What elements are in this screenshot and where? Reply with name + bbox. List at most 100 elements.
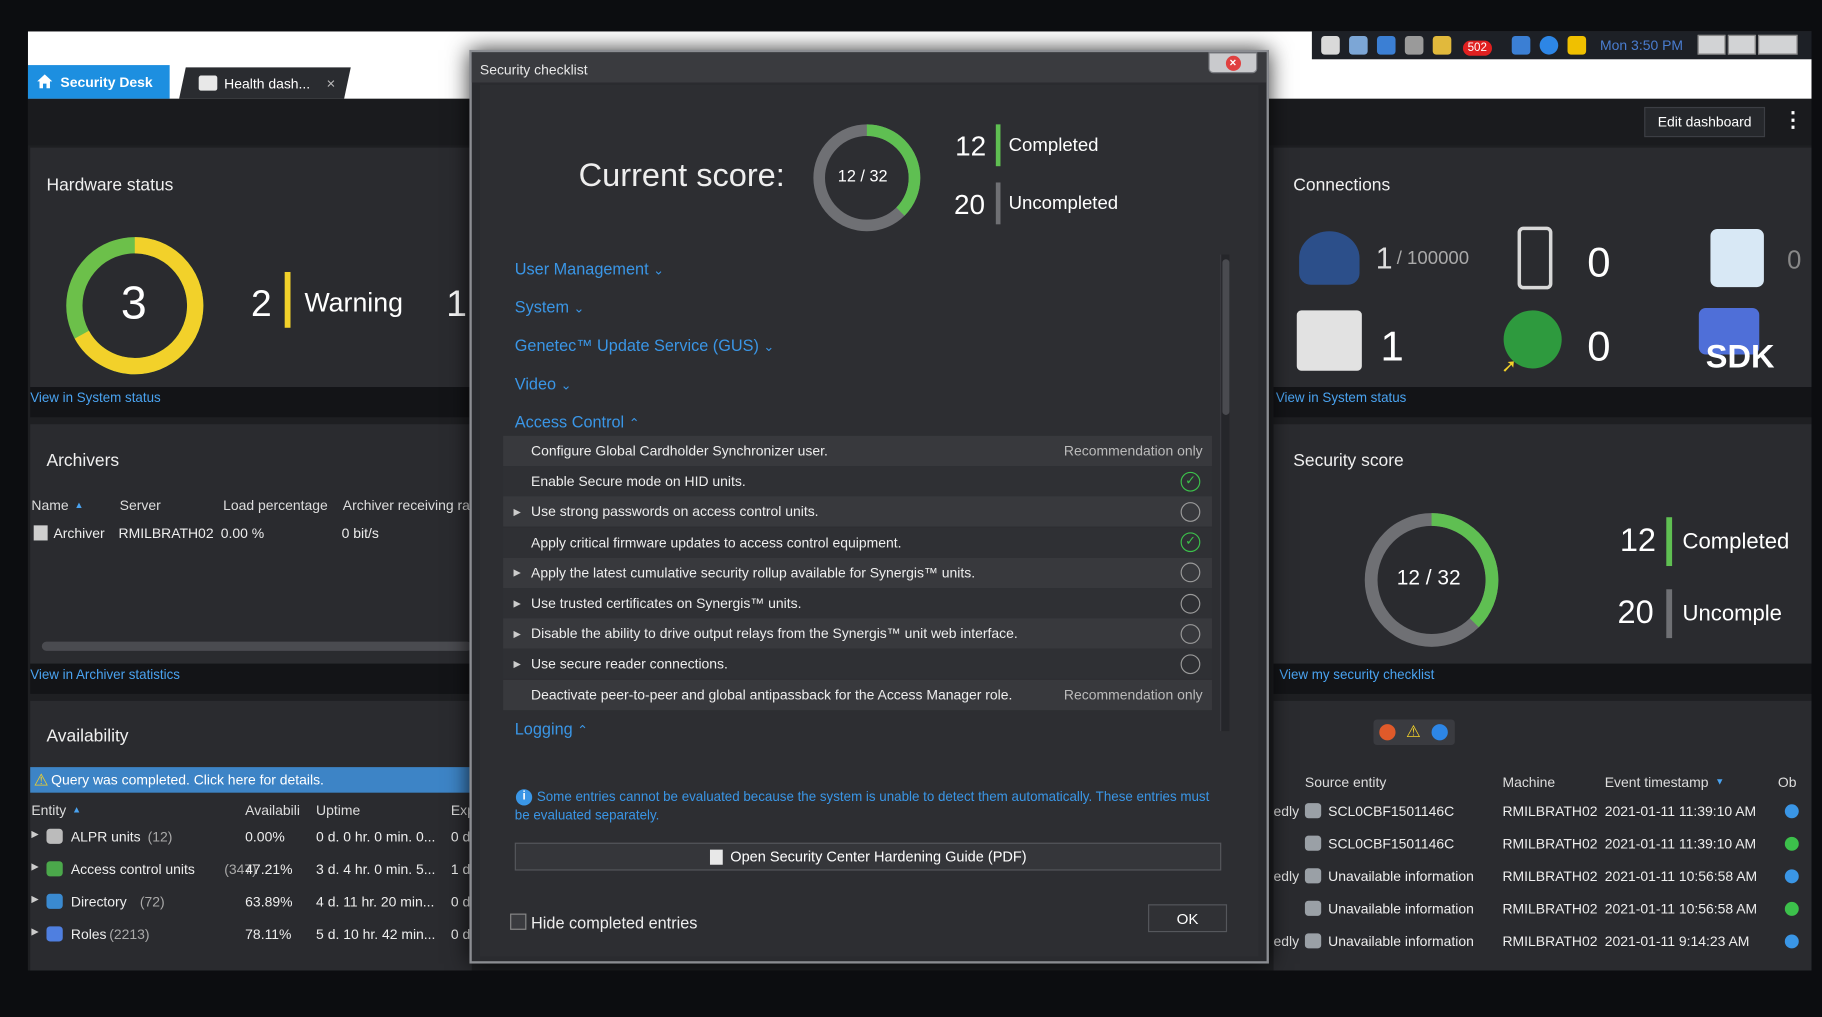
expand-arrow-icon[interactable]: ▶ [31, 894, 38, 904]
hardware-status-footer: View in System status [30, 387, 472, 418]
expand-arrow-icon[interactable]: ▶ [503, 598, 531, 608]
checklist-item[interactable]: Enable Secure mode on HID units. ✓ [503, 466, 1212, 497]
table-row[interactable]: Archiver RMILBRATH02 0.00 % 0 bit/s [30, 522, 472, 545]
download-icon[interactable] [1376, 36, 1396, 55]
close-window-button[interactable] [1758, 34, 1798, 55]
more-options-icon[interactable]: ⋮ [1782, 108, 1803, 132]
table-row[interactable]: Unavailable information RMILBRATH02 2021-0… [1274, 896, 1812, 922]
unchecked-circle-icon[interactable] [1180, 654, 1201, 675]
horizontal-scrollbar[interactable] [41, 641, 472, 651]
ok-button[interactable]: OK [1148, 904, 1228, 933]
expand-arrow-icon[interactable]: ▶ [503, 628, 531, 638]
system-tray: 502 Mon 3:50 PM [1311, 31, 1812, 60]
category-genetec-update-service-gus-[interactable]: Genetec™ Update Service (GUS) ⌄ [515, 336, 774, 355]
dialog-body: Current score: 12 / 32 12 Completed 20 U… [479, 84, 1259, 957]
monitor-icon[interactable] [1349, 36, 1368, 55]
scroll-thumb[interactable] [1222, 259, 1230, 415]
category-logging[interactable]: Logging ⌃ [515, 719, 588, 738]
checklist-item[interactable]: Configure Global Cardholder Synchronizer… [503, 435, 1212, 467]
checklist-item[interactable]: ▶ Disable the ability to drive output rel… [503, 618, 1212, 649]
expand-arrow-icon[interactable]: ▶ [31, 861, 38, 871]
checklist-item[interactable]: Apply critical firmware updates to acces… [503, 527, 1212, 558]
table-row[interactable]: SCL0CBF1501146C RMILBRATH02 2021-01-11 11:… [1274, 831, 1812, 857]
view-security-checklist-link[interactable]: View my security checklist [1279, 668, 1434, 682]
hide-completed-checkbox[interactable] [510, 913, 527, 930]
unchecked-circle-icon[interactable] [1180, 623, 1201, 644]
table-row[interactable]: ▶ ALPR units (12) 0.00% 0 d. 0 hr. 0 min. 0.… [30, 824, 472, 850]
query-banner[interactable]: ⚠ Query was completed. Click here for de… [30, 767, 472, 793]
category-system[interactable]: System ⌄ [515, 298, 584, 317]
status-text: Recommendation only [1063, 686, 1203, 703]
unchecked-circle-icon[interactable] [1180, 501, 1201, 522]
view-archiver-statistics-link[interactable]: View in Archiver statistics [30, 668, 180, 682]
minimize-button[interactable] [1697, 34, 1726, 55]
expand-arrow-icon[interactable]: ▶ [31, 829, 38, 839]
category-access-control[interactable]: Access Control ⌃ [515, 413, 640, 432]
item-label: Use strong passwords on access control u… [531, 503, 819, 520]
column-header[interactable]: Name [31, 497, 68, 513]
unchecked-circle-icon[interactable] [1180, 593, 1201, 614]
checklist-scrollbar[interactable] [1220, 254, 1230, 732]
table-row[interactable]: ▶ Access control units (347) 47.21% 3 d. 4 h… [30, 857, 472, 883]
entity-icon [1304, 835, 1322, 851]
table-row[interactable]: ▶ Directory (72) 63.89% 4 d. 11 hr. 20 min..… [30, 889, 472, 915]
genetec-icon[interactable] [1321, 36, 1340, 55]
expand-arrow-icon[interactable]: ▶ [503, 659, 531, 669]
category-video[interactable]: Video ⌄ [515, 374, 572, 393]
globe-icon[interactable] [1539, 36, 1559, 55]
expand-arrow-icon[interactable]: ▶ [503, 568, 531, 578]
uncompleted-bar [1666, 589, 1673, 639]
user-icon[interactable] [1404, 36, 1424, 55]
view-system-status-link[interactable]: View in System status [1276, 392, 1406, 406]
completed-bar [995, 124, 1001, 167]
checklist-item[interactable]: ▶ Use trusted certificates on Synergis™ u… [503, 588, 1212, 619]
checklist-item[interactable]: ▶ Use secure reader connections. [503, 649, 1212, 680]
warning-tray-icon[interactable] [1567, 36, 1587, 55]
officer-icon [1299, 231, 1360, 285]
category-user-management[interactable]: User Management ⌄ [515, 259, 664, 278]
archivers-header: Name ▲ Server Load percentage Archiver r… [30, 494, 472, 517]
close-icon: × [1225, 55, 1241, 71]
expand-arrow-icon[interactable]: ▶ [31, 926, 38, 936]
server-icon [1296, 310, 1362, 371]
chevron-down-icon: ⌄ [653, 263, 664, 278]
warning-filter-icon[interactable]: ⚠ [1406, 722, 1421, 742]
tab-health-dashboard[interactable]: Health dash... × [179, 67, 351, 99]
check-icon[interactable]: ✓ [1180, 532, 1201, 553]
entity-icon [46, 926, 63, 942]
warning-label: Warning [304, 287, 403, 318]
security-checklist-dialog: Security checklist × Current score: 12 /… [469, 49, 1269, 964]
table-row[interactable]: ▶ Roles (2213) 78.11% 5 d. 10 hr. 42 min... 0… [30, 922, 472, 948]
checklist-item[interactable]: Deactivate peer-to-peer and global antip… [503, 679, 1212, 710]
item-label: Apply critical firmware updates to acces… [531, 534, 902, 551]
column-header[interactable]: Load percentage [223, 497, 328, 513]
view-system-status-link[interactable]: View in System status [30, 392, 160, 406]
dialog-close-button[interactable]: × [1208, 52, 1258, 74]
edit-dashboard-button[interactable]: Edit dashboard [1644, 106, 1766, 138]
speaker-icon[interactable] [1432, 36, 1452, 55]
checklist-item[interactable]: ▶ Apply the latest cumulative security ro… [503, 557, 1212, 588]
connections-panel: Connections 1 / 100000 0 0 1 ➚ 0 SDK [1273, 147, 1812, 388]
expand-arrow-icon[interactable]: ▶ [503, 507, 531, 517]
maximize-button[interactable] [1727, 34, 1756, 55]
column-header[interactable]: Server [120, 497, 161, 513]
close-tab-icon[interactable]: × [327, 74, 336, 91]
column-header[interactable]: Archiver receiving ra [343, 497, 470, 513]
error-filter-icon[interactable] [1379, 724, 1396, 741]
current-score-label: Current score: [578, 156, 785, 193]
info-filter-icon[interactable] [1431, 724, 1448, 741]
check-icon[interactable]: ✓ [1180, 471, 1201, 492]
tab-security-desk[interactable]: Security Desk [27, 65, 170, 99]
archivers-panel: Archivers Name ▲ Server Load percentage … [30, 424, 472, 664]
table-row[interactable]: edly SCL0CBF1501146C RMILBRATH02 2021-01-11… [1274, 798, 1812, 824]
checklist-item[interactable]: ▶ Use strong passwords on access control … [503, 496, 1212, 527]
table-row[interactable]: edly Unavailable information RMILBRATH02 20… [1274, 929, 1812, 955]
volume-icon[interactable] [1511, 36, 1531, 55]
dialog-title: Security checklist [479, 61, 588, 78]
open-hardening-guide-button[interactable]: Open Security Center Hardening Guide (PD… [514, 842, 1222, 871]
availability-panel: Availability ⚠ Query was completed. Clic… [30, 700, 475, 971]
unchecked-circle-icon[interactable] [1180, 562, 1201, 583]
alarm-badge[interactable]: 502 [1462, 40, 1492, 56]
uncompleted-bar [995, 182, 1001, 225]
table-row[interactable]: edly Unavailable information RMILBRATH02 20… [1274, 864, 1812, 890]
